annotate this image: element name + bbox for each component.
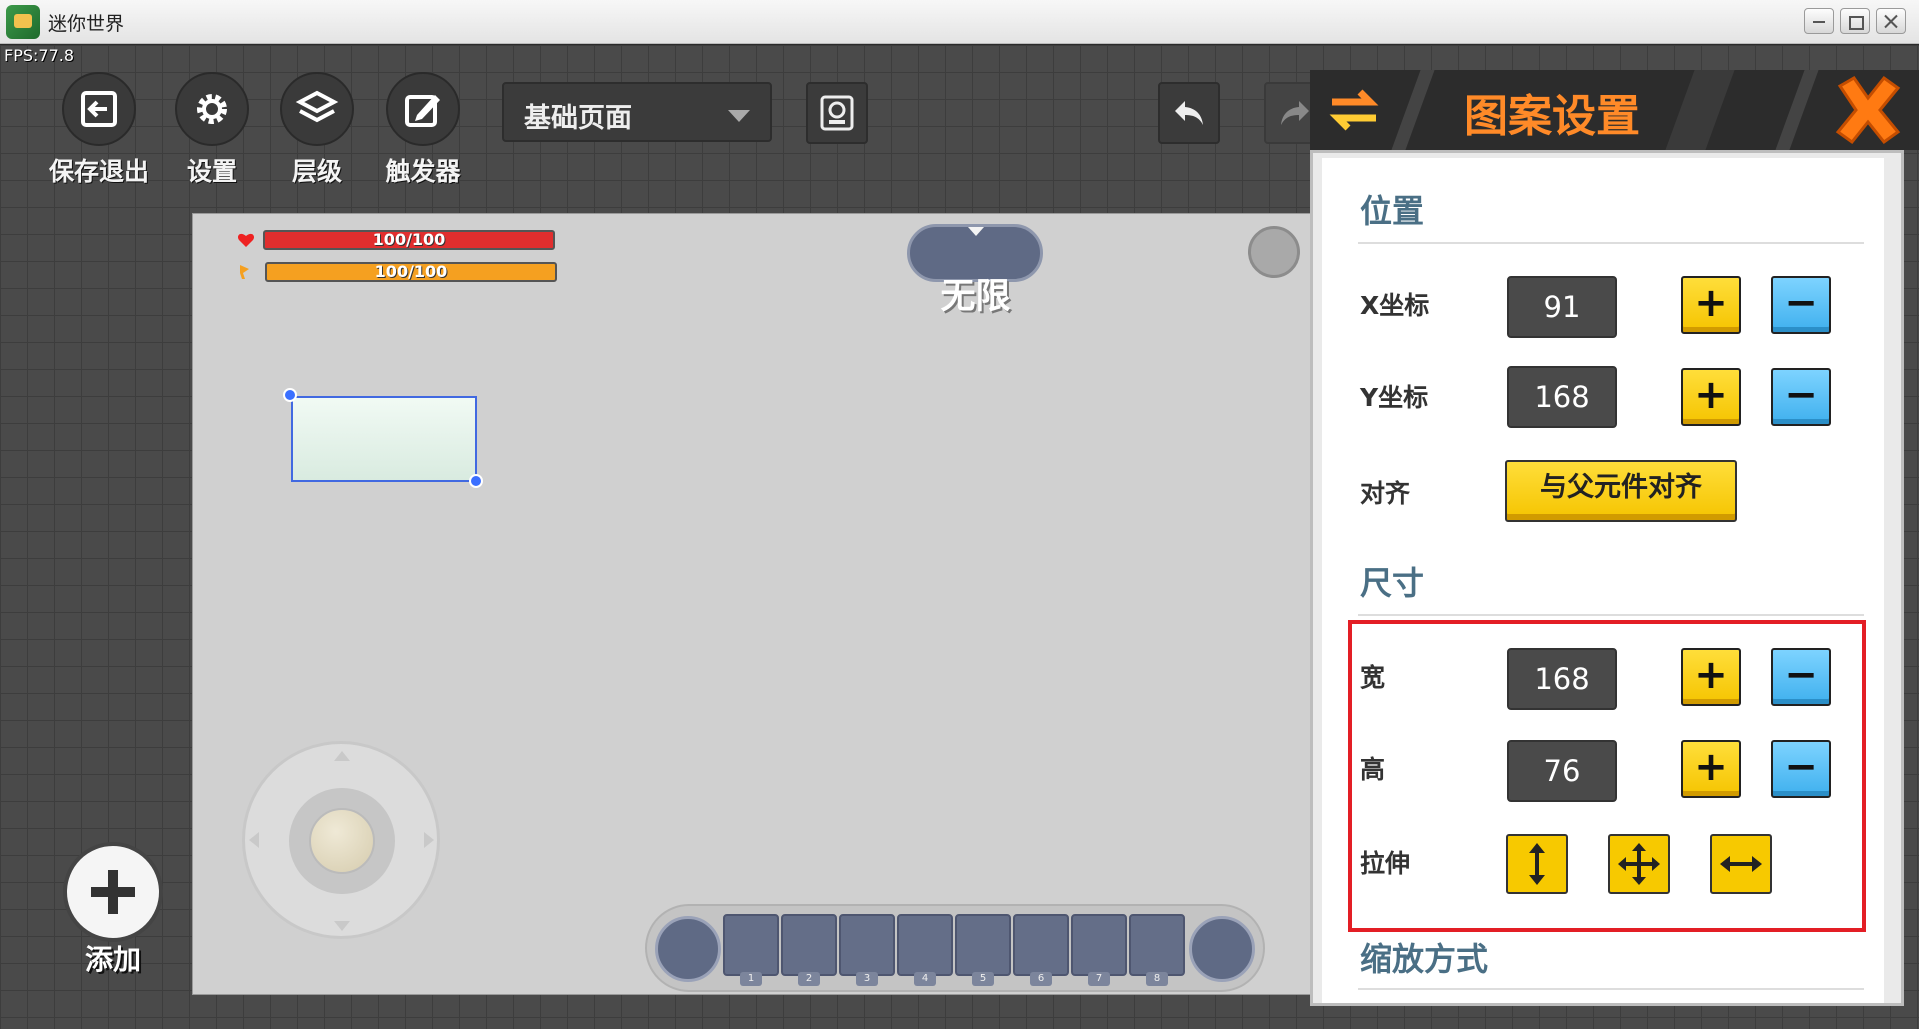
window-title: 迷你世界 [48,13,125,35]
divider [1358,988,1864,990]
divider [1358,614,1864,616]
craft-icon[interactable] [1189,916,1255,982]
gear-icon [175,72,249,146]
fps-counter: FPS:77.8 [4,46,75,65]
position-section-title: 位置 [1360,192,1425,230]
mode-label: 无限 [940,277,1011,317]
header-divider [1391,70,1435,150]
hotbar-slot[interactable] [955,914,1011,976]
app-icon [6,5,40,39]
hotbar-slot[interactable] [1013,914,1069,976]
hotbar-slot[interactable] [723,914,779,976]
y-increment-button[interactable]: + [1681,368,1741,426]
save-exit-label: 保存退出 [48,157,149,186]
window-close-button[interactable] [1876,8,1906,34]
size-highlight-box [1348,620,1866,932]
arrow-right-icon [424,832,434,848]
hotbar-slot[interactable] [897,914,953,976]
joystick-knob[interactable] [309,808,375,874]
arrow-up-icon [334,751,350,761]
hotbar-slot[interactable] [1129,914,1185,976]
header-decoration [1665,70,1735,150]
selected-pattern-element[interactable] [291,396,477,482]
chevron-down-icon [728,110,750,122]
undo-button[interactable] [1158,82,1220,144]
save-exit-button[interactable]: 保存退出 [44,72,154,188]
triggers-label: 触发器 [385,157,461,186]
slot-number: 2 [798,972,820,986]
hunger-bar: 100/100 [265,262,557,282]
settings-label: 设置 [186,157,237,186]
slot-number: 3 [856,972,878,986]
settings-button[interactable]: 设置 [157,72,267,188]
triggers-button[interactable]: 触发器 [368,72,478,188]
slot-number: 1 [740,972,762,986]
swap-icon[interactable] [1326,84,1382,136]
undo-icon [1175,101,1203,125]
header-divider [1775,70,1819,150]
y-coordinate-label: Y坐标 [1360,383,1429,412]
x-coordinate-input[interactable]: 91 [1507,276,1617,338]
preview-icon [820,95,854,131]
slot-number: 8 [1146,972,1168,986]
hotbar-slot[interactable] [839,914,895,976]
resize-handle-top-left[interactable] [283,388,297,402]
x-coordinate-label: X坐标 [1360,291,1430,320]
slot-number: 6 [1030,972,1052,986]
hotbar: 1 2 3 4 5 6 7 8 [645,904,1265,992]
x-decrement-button[interactable]: − [1771,276,1831,334]
hunger-icon [240,265,249,279]
slot-number: 4 [914,972,936,986]
exit-icon [62,72,136,146]
y-coordinate-input[interactable]: 168 [1507,366,1617,428]
layers-button[interactable]: 层级 [262,72,372,188]
plus-icon [91,870,135,914]
health-bar: 100/100 [263,230,555,250]
preview-button[interactable] [806,82,868,144]
close-icon[interactable] [1830,72,1906,148]
layers-label: 层级 [291,157,342,186]
ui-canvas[interactable]: 100/100 100/100 无限 1 2 3 4 5 6 7 8 [192,213,1312,995]
hotbar-slot[interactable] [1071,914,1127,976]
slot-number: 7 [1088,972,1110,986]
redo-icon [1281,101,1309,125]
size-section-title: 尺寸 [1360,564,1425,602]
page-dropdown-value: 基础页面 [524,103,632,134]
x-increment-button[interactable]: + [1681,276,1741,334]
maximize-button[interactable] [1840,8,1870,34]
y-decrement-button[interactable]: − [1771,368,1831,426]
panel-title: 图案设置 [1464,91,1640,142]
edit-icon [386,72,460,146]
minimize-button[interactable] [1804,8,1834,34]
layers-icon [280,72,354,146]
divider [1358,242,1864,244]
window-titlebar: 迷你世界 [0,0,1919,44]
add-element-button[interactable] [63,842,163,942]
align-to-parent-button[interactable]: 与父元件对齐 [1505,460,1737,522]
hotbar-slot[interactable] [781,914,837,976]
align-label: 对齐 [1360,479,1411,508]
add-label: 添加 [84,943,141,976]
resize-handle-bottom-right[interactable] [469,474,483,488]
backpack-icon[interactable] [1248,226,1300,278]
arrow-left-icon [249,832,259,848]
panel-header: 图案设置 [1310,70,1919,150]
scale-mode-section-title: 缩放方式 [1360,940,1489,978]
slot-number: 5 [972,972,994,986]
character-icon[interactable] [655,916,721,982]
page-dropdown[interactable]: 基础页面 [502,82,772,142]
arrow-down-icon [334,921,350,931]
heart-icon [237,233,255,247]
